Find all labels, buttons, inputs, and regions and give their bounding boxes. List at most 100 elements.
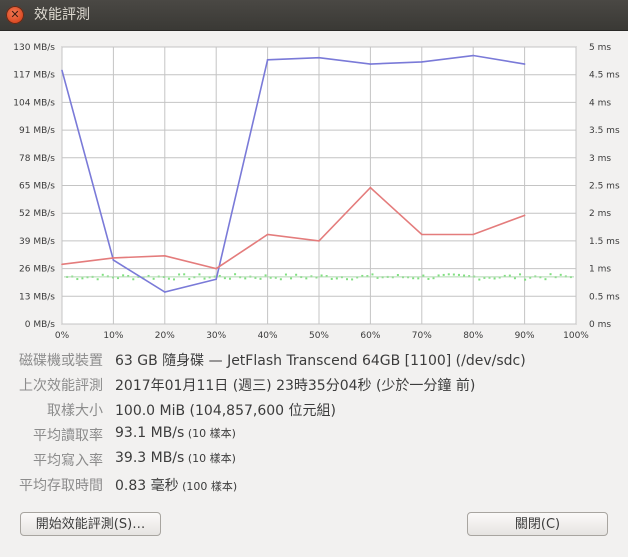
detail-value: 100.0 MiB (104,857,600 位元組) — [115, 403, 336, 419]
y-left-tick-label: 117 MB/s — [13, 71, 55, 81]
access-time-point — [152, 277, 155, 280]
access-time-point — [335, 277, 338, 280]
detail-label: 取樣大小 — [47, 403, 103, 419]
write-rate-point — [61, 263, 63, 266]
read-rate-point — [164, 291, 166, 293]
access-time-point — [279, 278, 282, 281]
access-time-point — [295, 273, 298, 276]
access-time-point — [519, 273, 522, 276]
y-right-tick-label: 3.5 ms — [589, 126, 620, 136]
access-time-point — [203, 277, 206, 280]
access-time-point — [290, 277, 293, 280]
detail-label: 平均寫入率 — [33, 453, 103, 469]
access-time-point — [427, 277, 430, 280]
access-time-point — [76, 278, 79, 281]
y-right-tick-label: 1.5 ms — [589, 237, 620, 247]
y-right-tick-label: 4.5 ms — [589, 71, 620, 81]
access-time-point — [437, 274, 440, 277]
read-rate-point — [472, 54, 475, 57]
x-tick-label: 50% — [309, 331, 329, 340]
access-time-point — [513, 277, 516, 280]
window-title: 效能評測 — [34, 7, 90, 23]
access-time-point — [559, 273, 562, 276]
access-time-point — [412, 277, 415, 280]
read-rate-point — [61, 69, 63, 72]
detail-label: 磁碟機或裝置 — [19, 353, 103, 369]
access-time-point — [544, 278, 547, 281]
detail-row: 取樣大小 100.0 MiB (104,857,600 位元組) — [0, 400, 628, 422]
access-time-point — [178, 273, 181, 276]
access-time-point — [508, 274, 511, 277]
access-time-point — [234, 273, 237, 276]
y-left-tick-label: 26 MB/s — [19, 265, 55, 275]
y-left-tick-label: 130 MB/s — [13, 43, 55, 53]
read-rate-point — [369, 63, 372, 65]
access-time-point — [432, 277, 435, 280]
write-rate-point — [369, 186, 372, 189]
y-right-tick-label: 3 ms — [589, 154, 611, 164]
access-time-point — [223, 277, 226, 280]
detail-sample-count: (100 樣本) — [178, 480, 238, 493]
y-right-tick-label: 2.5 ms — [589, 182, 620, 192]
read-rate-point — [112, 259, 115, 261]
access-time-point — [396, 274, 399, 277]
y-left-tick-label: 104 MB/s — [13, 98, 55, 108]
title-bar: ✕ 效能評測 — [0, 0, 628, 31]
read-rate-point — [215, 278, 217, 281]
detail-value: 2017年01月11日 (週三) 23時35分04秒 (少於一分鐘 前) — [115, 378, 476, 394]
x-tick-label: 10% — [103, 331, 123, 340]
close-window-button[interactable]: ✕ — [6, 6, 24, 24]
write-rate-point — [421, 233, 423, 236]
access-time-point — [457, 273, 460, 276]
access-time-point — [167, 277, 170, 280]
y-right-tick-label: 4 ms — [589, 98, 611, 108]
access-time-point — [183, 273, 186, 276]
start-benchmark-button[interactable]: 開始效能評測(S)… — [20, 512, 161, 536]
y-right-tick-label: 0.5 ms — [589, 292, 620, 302]
access-time-point — [549, 273, 552, 276]
x-tick-label: 100% — [563, 331, 589, 340]
access-time-point — [524, 278, 527, 281]
detail-label: 平均存取時間 — [19, 478, 103, 494]
y-right-tick-label: 5 ms — [589, 43, 611, 53]
y-left-tick-label: 91 MB/s — [19, 126, 55, 136]
y-right-tick-label: 1 ms — [589, 265, 611, 275]
access-time-point — [228, 277, 231, 280]
y-left-tick-label: 13 MB/s — [19, 292, 55, 302]
read-rate-point — [421, 61, 423, 63]
access-time-point — [463, 274, 466, 277]
access-time-point — [259, 277, 262, 280]
y-right-tick-label: 0 ms — [589, 320, 611, 330]
access-time-point — [371, 273, 374, 276]
write-rate-point — [523, 214, 526, 217]
read-rate-point — [266, 58, 269, 61]
detail-value: 93.1 MB/s (10 樣本) — [115, 425, 236, 441]
detail-sample-count: (10 樣本) — [184, 452, 236, 465]
access-time-point — [330, 277, 333, 280]
detail-row: 上次效能評測 2017年01月11日 (週三) 23時35分04秒 (少於一分鐘 … — [0, 375, 628, 397]
y-left-tick-label: 39 MB/s — [19, 237, 55, 247]
benchmark-chart: 0% 10% 20% 30% 40% 50% 60% 70% 80% 90% 100% 0 MB/s 0… — [13, 43, 620, 340]
access-time-point — [320, 274, 323, 277]
access-time-point — [284, 273, 287, 276]
y-left-tick-label: 65 MB/s — [19, 182, 55, 192]
detail-value: 39.3 MB/s (10 樣本) — [115, 450, 236, 466]
write-rate-point — [266, 233, 269, 236]
write-rate-point — [318, 240, 320, 242]
write-rate-point — [472, 233, 475, 236]
write-rate-point — [112, 257, 115, 259]
detail-label: 平均讀取率 — [33, 428, 103, 444]
detail-row: 磁碟機或裝置 63 GB 隨身碟 — JetFlash Transcend 64G… — [0, 350, 628, 372]
access-time-point — [264, 274, 267, 277]
write-rate-point — [215, 267, 217, 270]
detail-sample-count: (10 樣本) — [184, 427, 236, 440]
detail-row: 平均寫入率 39.3 MB/s (10 樣本) — [0, 450, 628, 472]
access-time-point — [81, 277, 84, 280]
y-right-tick-label: 2 ms — [589, 209, 611, 219]
access-time-point — [447, 273, 450, 276]
access-time-point — [173, 278, 176, 281]
close-button[interactable]: 關閉(C) — [467, 512, 608, 536]
access-time-point — [305, 277, 308, 280]
x-tick-label: 30% — [206, 331, 226, 340]
close-icon: ✕ — [10, 8, 20, 21]
